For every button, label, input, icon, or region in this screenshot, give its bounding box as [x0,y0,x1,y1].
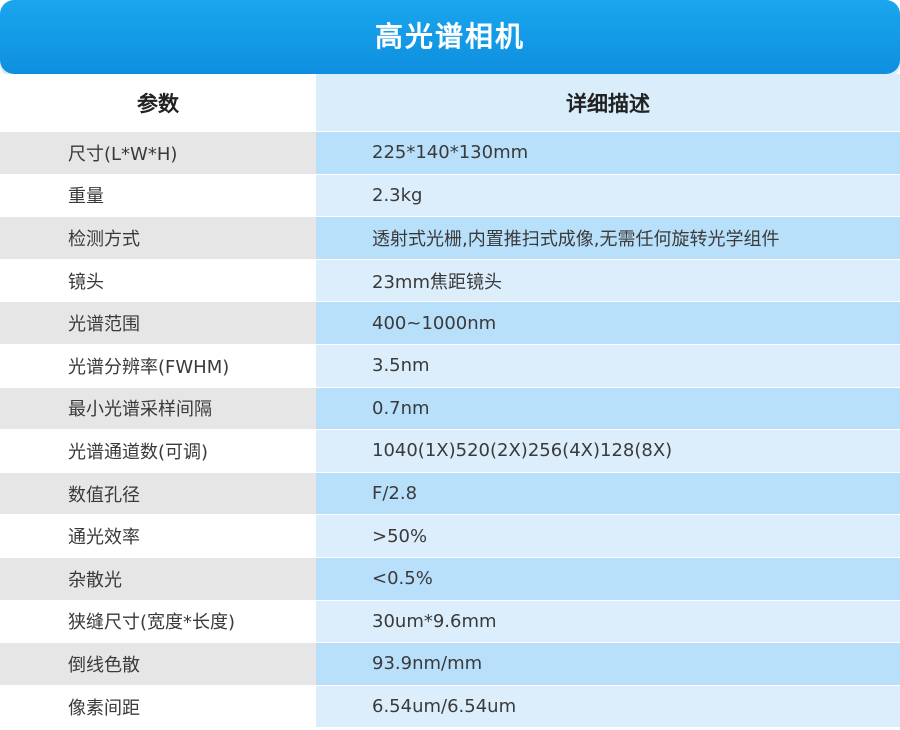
header-detail: 详细描述 [316,74,900,132]
title-banner: 高光谱相机 [0,0,900,74]
detail-cell: 透射式光栅,内置推扫式成像,无需任何旋转光学组件 [316,217,900,260]
table-row: 杂散光 <0.5% [0,557,900,601]
detail-cell: F/2.8 [316,472,900,516]
detail-cell: 2.3kg [316,174,900,218]
detail-cell: 225*140*130mm [316,132,900,175]
param-cell: 重量 [0,174,316,218]
table-row: 通光效率 >50% [0,515,900,558]
param-cell: 最小光谱采样间隔 [0,387,316,431]
spec-table: 参数 详细描述 尺寸(L*W*H) 225*140*130mm 重量 2.3kg… [0,74,900,729]
table-row: 光谱通道数(可调) 1040(1X)520(2X)256(4X)128(8X) [0,430,900,473]
param-cell: 像素间距 [0,685,316,729]
detail-cell: 93.9nm/mm [316,643,900,686]
param-cell: 光谱范围 [0,302,316,345]
param-cell: 数值孔径 [0,472,316,516]
param-cell: 狭缝尺寸(宽度*长度) [0,600,316,644]
param-cell: 尺寸(L*W*H) [0,132,316,175]
table-row: 尺寸(L*W*H) 225*140*130mm [0,132,900,175]
detail-cell: 6.54um/6.54um [316,685,900,729]
detail-cell: 3.5nm [316,344,900,388]
detail-cell: <0.5% [316,557,900,601]
detail-cell: 0.7nm [316,387,900,431]
table-row: 狭缝尺寸(宽度*长度) 30um*9.6mm [0,600,900,644]
param-cell: 光谱通道数(可调) [0,430,316,473]
table-row: 最小光谱采样间隔 0.7nm [0,387,900,431]
table-row: 镜头 23mm焦距镜头 [0,259,900,303]
param-cell: 倒线色散 [0,643,316,686]
spec-sheet: 高光谱相机 参数 详细描述 尺寸(L*W*H) 225*140*130mm 重量… [0,0,900,730]
table-row: 倒线色散 93.9nm/mm [0,643,900,686]
table-row: 数值孔径 F/2.8 [0,472,900,516]
table-row: 光谱范围 400~1000nm [0,302,900,345]
param-cell: 杂散光 [0,557,316,601]
param-cell: 镜头 [0,259,316,303]
table-row: 检测方式 透射式光栅,内置推扫式成像,无需任何旋转光学组件 [0,217,900,260]
detail-cell: 400~1000nm [316,302,900,345]
param-cell: 通光效率 [0,515,316,558]
table-row: 光谱分辨率(FWHM) 3.5nm [0,344,900,388]
table-header: 参数 详细描述 [0,74,900,132]
detail-cell: >50% [316,515,900,558]
page-title: 高光谱相机 [374,20,525,53]
detail-cell: 23mm焦距镜头 [316,259,900,303]
header-param: 参数 [0,74,316,132]
param-cell: 检测方式 [0,217,316,260]
table-row: 像素间距 6.54um/6.54um [0,685,900,729]
param-cell: 光谱分辨率(FWHM) [0,344,316,388]
detail-cell: 1040(1X)520(2X)256(4X)128(8X) [316,430,900,473]
table-row: 重量 2.3kg [0,174,900,218]
detail-cell: 30um*9.6mm [316,600,900,644]
